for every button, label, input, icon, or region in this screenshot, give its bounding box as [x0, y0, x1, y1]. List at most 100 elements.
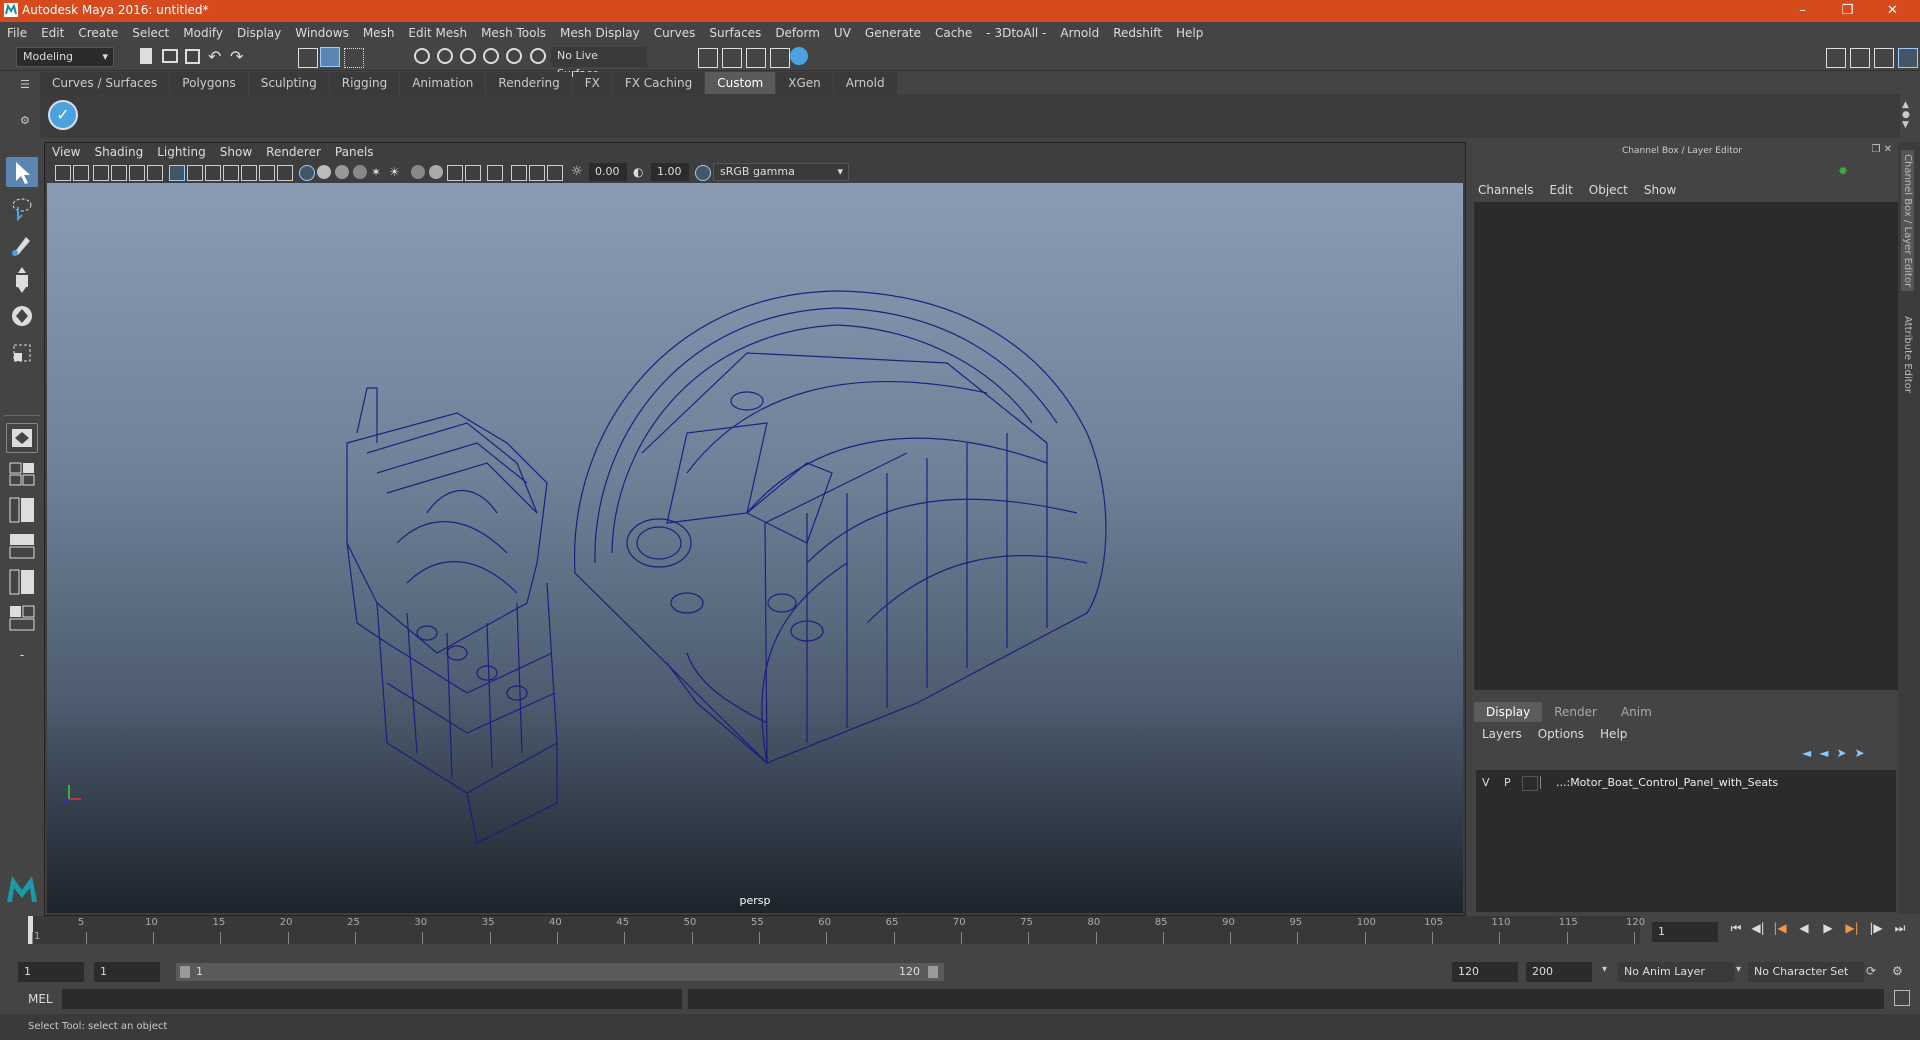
safe-action-icon[interactable]	[259, 165, 275, 181]
side-tab-channel-box[interactable]: Channel Box / Layer Editor	[1901, 150, 1914, 292]
layout-menu-icon[interactable]: -	[6, 645, 38, 675]
grid-toggle-icon[interactable]	[169, 165, 185, 181]
render-settings-icon[interactable]	[746, 48, 766, 68]
layer-tab-display[interactable]: Display	[1474, 702, 1543, 722]
outliner-layout-icon[interactable]	[6, 603, 38, 633]
gamma-field[interactable]: 1.00	[651, 163, 689, 181]
menu-deform[interactable]: Deform	[768, 22, 827, 44]
vp-menu-renderer[interactable]: Renderer	[259, 143, 328, 161]
shelf-tab-animation[interactable]: Animation	[400, 72, 486, 94]
menu-mesh-tools[interactable]: Mesh Tools	[474, 22, 553, 44]
textured-icon[interactable]	[353, 165, 367, 179]
shelf-tab-rigging[interactable]: Rigging	[329, 72, 400, 94]
live-surface-field[interactable]: No Live Surface	[551, 47, 647, 80]
safe-title-icon[interactable]	[277, 165, 293, 181]
menu-surfaces[interactable]: Surfaces	[702, 22, 768, 44]
auto-key-icon[interactable]: ⟳	[1866, 964, 1876, 978]
select-component-icon[interactable]	[344, 48, 364, 68]
shelf-menu-icon[interactable]: ☰	[20, 78, 32, 91]
playback-start-field[interactable]: 1	[94, 962, 160, 982]
layer-visibility-toggle[interactable]: V	[1482, 774, 1490, 792]
anti-aliasing-icon[interactable]	[447, 165, 463, 181]
menu-mesh-display[interactable]: Mesh Display	[553, 22, 647, 44]
layer-color-swatch[interactable]	[1540, 776, 1553, 789]
vp-menu-show[interactable]: Show	[213, 143, 259, 161]
menu-3dtoall[interactable]: - 3DtoAll -	[979, 22, 1053, 44]
command-language-label[interactable]: MEL	[28, 992, 53, 1006]
redo-icon[interactable]: ↷	[230, 47, 248, 66]
close-button[interactable]: ✕	[1870, 0, 1915, 22]
cb-menu-show[interactable]: Show	[1636, 180, 1684, 200]
playback-end-field[interactable]: 120	[1452, 962, 1518, 982]
exposure-field[interactable]: 0.00	[589, 163, 627, 181]
gate-mask-icon[interactable]	[223, 165, 239, 181]
resolution-gate-icon[interactable]	[205, 165, 221, 181]
render-frame-icon[interactable]	[698, 48, 718, 68]
xray-components-icon[interactable]	[547, 165, 563, 181]
layer-tab-render[interactable]: Render	[1542, 702, 1609, 722]
shelf-tab-rendering[interactable]: Rendering	[486, 72, 572, 94]
minimize-button[interactable]: –	[1780, 0, 1825, 22]
shelf-tab-polygons[interactable]: Polygons	[170, 72, 248, 94]
color-space-selector[interactable]: sRGB gamma ▾	[713, 163, 849, 181]
menu-redshift[interactable]: Redshift	[1106, 22, 1169, 44]
menu-windows[interactable]: Windows	[288, 22, 356, 44]
shelf-tab-sculpting[interactable]: Sculpting	[248, 72, 329, 94]
scale-tool-icon[interactable]	[6, 337, 38, 367]
snap-live-icon[interactable]	[530, 48, 546, 64]
shelf-tab-arnold[interactable]: Arnold	[833, 72, 897, 94]
shelf-tab-fx[interactable]: FX	[572, 72, 612, 94]
chevron-down-icon[interactable]: ▾	[1602, 964, 1607, 975]
menu-create[interactable]: Create	[71, 22, 125, 44]
tool-settings-toggle-icon[interactable]	[1874, 48, 1894, 68]
menu-mesh[interactable]: Mesh	[356, 22, 402, 44]
field-chart-icon[interactable]	[241, 165, 257, 181]
persp-outliner-layout-icon[interactable]	[6, 495, 38, 525]
menu-uv[interactable]: UV	[827, 22, 858, 44]
lasso-tool-icon[interactable]	[6, 193, 38, 223]
2d-pan-zoom-icon[interactable]	[129, 165, 145, 181]
step-forward-key-icon[interactable]: |▶	[1868, 920, 1884, 936]
open-scene-icon[interactable]	[162, 49, 178, 63]
play-backward-icon[interactable]: ◀	[1796, 920, 1812, 936]
vp-menu-shading[interactable]: Shading	[87, 143, 150, 161]
shadows-icon[interactable]: ☀	[389, 165, 403, 179]
attribute-editor-toggle-icon[interactable]	[1850, 48, 1870, 68]
layer-menu-options[interactable]: Options	[1530, 724, 1592, 744]
animation-start-field[interactable]: 1	[18, 962, 84, 982]
menu-generate[interactable]: Generate	[858, 22, 928, 44]
bookmark-icon[interactable]	[93, 165, 109, 181]
cb-menu-object[interactable]: Object	[1581, 180, 1636, 200]
viewport-canvas[interactable]: persp	[47, 183, 1463, 913]
single-perspective-layout-icon[interactable]	[6, 423, 38, 453]
motion-blur-icon[interactable]	[429, 165, 443, 179]
channel-box-options-icon[interactable]: ✸	[1838, 164, 1848, 178]
mode-selector[interactable]: Modeling ▾	[16, 47, 114, 67]
shelf-settings-icon[interactable]: ⚙	[20, 114, 32, 127]
xray-joints-icon[interactable]	[529, 165, 545, 181]
layer-tab-anim[interactable]: Anim	[1609, 702, 1664, 722]
menu-edit-mesh[interactable]: Edit Mesh	[401, 22, 474, 44]
cb-menu-edit[interactable]: Edit	[1542, 180, 1581, 200]
new-scene-icon[interactable]	[140, 48, 152, 64]
layer-playback-toggle[interactable]: P	[1504, 774, 1511, 792]
range-end-handle[interactable]	[928, 966, 938, 978]
screen-space-ao-icon[interactable]	[411, 165, 425, 179]
layer-menu-layers[interactable]: Layers	[1474, 724, 1530, 744]
select-object-icon[interactable]	[320, 47, 340, 67]
animation-preferences-icon[interactable]: ⚙	[1892, 964, 1903, 978]
wireframe-on-shaded-icon[interactable]	[335, 165, 349, 179]
layer-menu-help[interactable]: Help	[1592, 724, 1635, 744]
color-management-icon[interactable]	[695, 165, 711, 181]
paint-select-tool-icon[interactable]	[6, 229, 38, 259]
play-forward-icon[interactable]: ▶	[1820, 920, 1836, 936]
persp-hypershade-layout-icon[interactable]	[6, 567, 38, 597]
checkmark-shelf-icon[interactable]: ✓	[48, 100, 78, 130]
go-to-start-icon[interactable]: ⏮	[1728, 920, 1744, 936]
layer-name[interactable]: ...:Motor_Boat_Control_Panel_with_Seats	[1556, 774, 1778, 792]
time-ruler[interactable]: 1 5 10 15 20 25 30 35 40 45 50 55 60 65 70 75 80 85 90 95 10…	[28, 916, 1645, 944]
camera-attributes-icon[interactable]	[73, 165, 89, 181]
use-lights-icon[interactable]: ✶	[371, 165, 385, 179]
vp-menu-lighting[interactable]: Lighting	[150, 143, 213, 161]
xray-icon[interactable]	[511, 165, 527, 181]
